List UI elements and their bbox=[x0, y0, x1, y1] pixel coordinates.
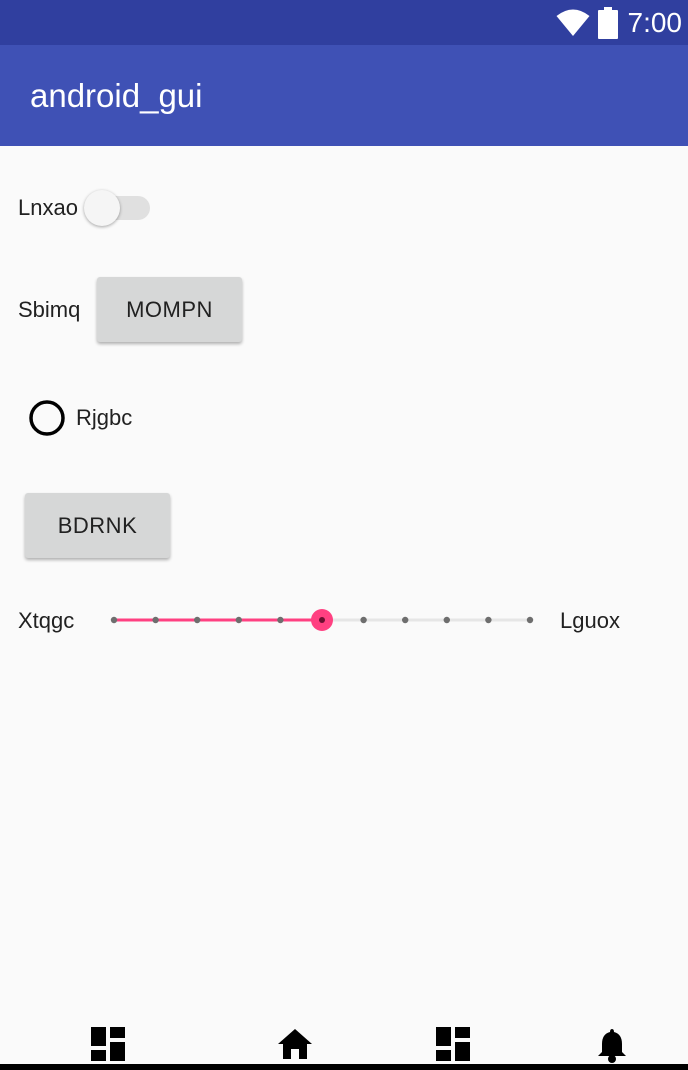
slider-thumb-dot bbox=[319, 617, 325, 623]
notification-bell-icon[interactable] bbox=[596, 1027, 628, 1063]
dashboard-icon[interactable] bbox=[91, 1027, 125, 1061]
lnxao-switch[interactable] bbox=[84, 188, 152, 228]
mompn-button[interactable]: MOMPN bbox=[97, 277, 242, 342]
slider-tick bbox=[443, 616, 450, 624]
wifi-icon bbox=[556, 9, 589, 36]
slider-max-label: Lguox bbox=[560, 608, 620, 633]
slider-min-label: Xtqgc bbox=[18, 608, 75, 633]
status-bar: 7:00 bbox=[0, 0, 688, 45]
slider-tick bbox=[402, 616, 409, 624]
bdrnk-button[interactable]: BDRNK bbox=[25, 493, 170, 558]
button-row-label: Sbimq bbox=[18, 297, 81, 322]
dashboard-icon[interactable] bbox=[436, 1027, 470, 1061]
switch-thumb[interactable] bbox=[84, 190, 120, 226]
switch-label: Lnxao bbox=[18, 195, 78, 220]
seek-bar[interactable] bbox=[100, 600, 544, 640]
slider-tick bbox=[526, 616, 534, 624]
app-title: android_gui bbox=[30, 77, 203, 114]
status-icons: 7:00 bbox=[556, 0, 683, 45]
slider-tick bbox=[110, 616, 118, 624]
battery-icon bbox=[597, 6, 618, 39]
slider-tick bbox=[360, 616, 367, 624]
slider-tick bbox=[152, 616, 159, 624]
slider-tick bbox=[235, 616, 242, 624]
status-time: 7:00 bbox=[627, 7, 683, 38]
slider-tick bbox=[485, 616, 492, 624]
home-icon[interactable] bbox=[277, 1027, 313, 1061]
app-bar: android_gui bbox=[0, 45, 688, 146]
radio-label[interactable]: Rjgbc bbox=[76, 405, 132, 431]
nav-bottom-line bbox=[0, 1064, 688, 1070]
radio-unchecked-icon bbox=[29, 400, 65, 436]
navigation-bar bbox=[0, 1010, 688, 1070]
slider-tick bbox=[194, 616, 201, 624]
rjgbc-radio[interactable] bbox=[28, 399, 66, 437]
slider-tick bbox=[277, 616, 284, 624]
